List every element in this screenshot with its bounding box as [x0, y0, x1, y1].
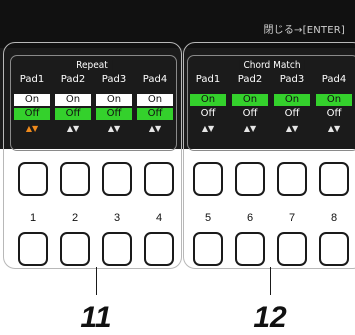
upper-button-4[interactable] [144, 162, 174, 196]
upper-button-1[interactable] [18, 162, 48, 196]
lower-button-8[interactable] [319, 232, 349, 266]
callout-number-left: 11 [80, 301, 112, 334]
callout-line-right [270, 267, 271, 295]
callout-number-right: 12 [253, 301, 287, 334]
button-number-4: 4 [155, 212, 163, 224]
button-number-8: 8 [330, 212, 338, 224]
upper-button-2[interactable] [60, 162, 90, 196]
lower-button-4[interactable] [144, 232, 174, 266]
lower-button-7[interactable] [277, 232, 307, 266]
button-number-5: 5 [204, 212, 212, 224]
lower-button-1[interactable] [18, 232, 48, 266]
upper-button-8[interactable] [319, 162, 349, 196]
upper-button-7[interactable] [277, 162, 307, 196]
callout-line-left [96, 267, 97, 295]
close-hint: 閉じる→[ENTER] [263, 25, 345, 36]
lower-button-2[interactable] [60, 232, 90, 266]
button-number-7: 7 [288, 212, 296, 224]
lower-button-3[interactable] [102, 232, 132, 266]
button-number-2: 2 [71, 212, 79, 224]
upper-button-3[interactable] [102, 162, 132, 196]
button-number-3: 3 [113, 212, 121, 224]
lower-button-5[interactable] [193, 232, 223, 266]
lower-button-6[interactable] [235, 232, 265, 266]
button-number-6: 6 [246, 212, 254, 224]
button-number-1: 1 [29, 212, 37, 224]
upper-button-5[interactable] [193, 162, 223, 196]
upper-button-6[interactable] [235, 162, 265, 196]
